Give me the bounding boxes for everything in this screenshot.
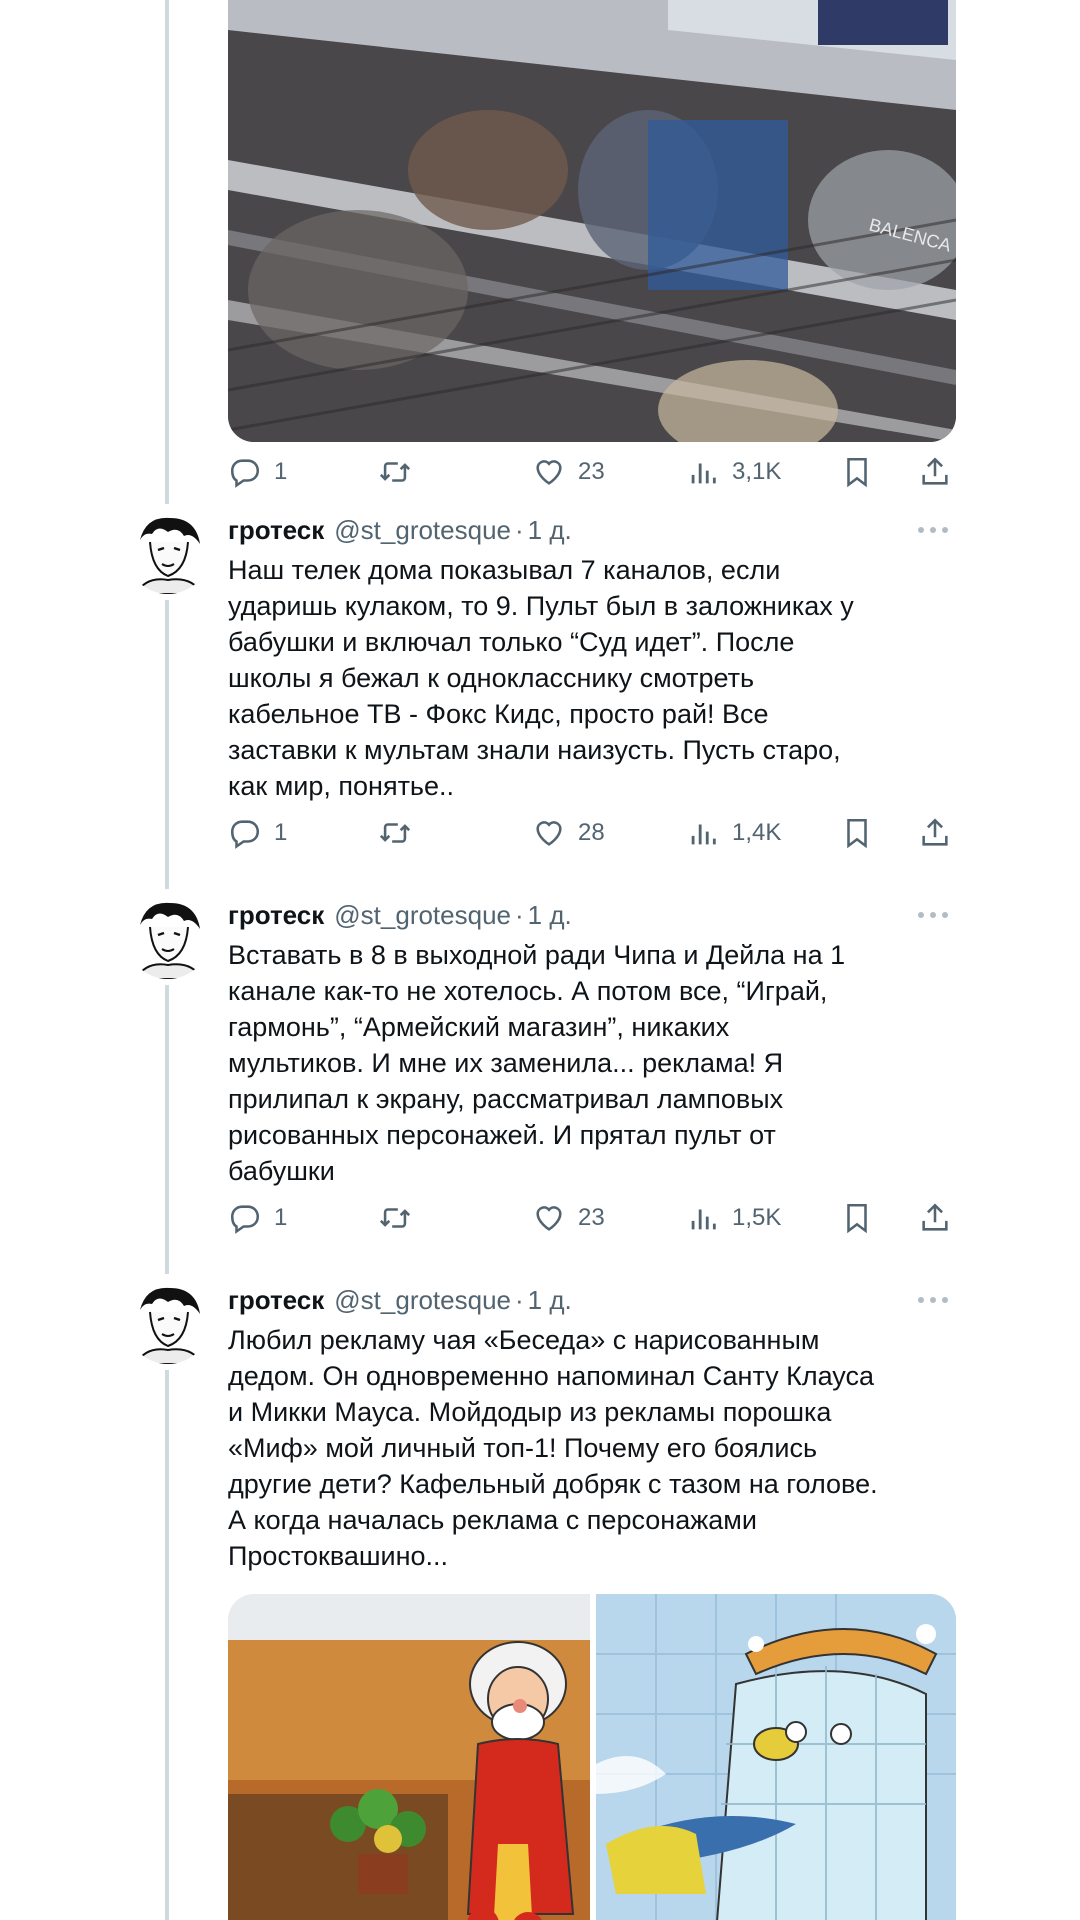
action-bar: 1 23 1,5K <box>228 1196 956 1240</box>
timeline: BALENCA 1 23 3,1K гротеск @st_grotesque … <box>0 0 1080 1920</box>
reply-count: 1 <box>274 819 288 846</box>
retweet-icon <box>379 823 411 843</box>
views-icon <box>691 824 716 845</box>
share-button[interactable] <box>918 450 952 494</box>
separator-dot: · <box>515 1285 524 1315</box>
display-name[interactable]: гротеск <box>228 900 324 930</box>
like-icon <box>536 1206 562 1231</box>
reply-icon <box>230 1205 260 1234</box>
views-button[interactable]: 1,5K <box>686 1196 781 1240</box>
reply-icon <box>230 459 260 488</box>
bookmark-button[interactable] <box>840 1196 874 1240</box>
more-button[interactable] <box>916 510 950 550</box>
share-button[interactable] <box>918 811 952 855</box>
display-name[interactable]: гротеск <box>228 1285 324 1315</box>
share-icon <box>922 818 948 846</box>
views-count: 3,1K <box>732 458 782 485</box>
reply-button[interactable]: 1 <box>228 811 287 855</box>
like-count: 23 <box>578 458 605 485</box>
more-icon <box>918 527 948 533</box>
avatar[interactable] <box>126 895 210 979</box>
timestamp[interactable]: 1 д. <box>528 1285 572 1315</box>
tweet-header: гротеск @st_grotesque · 1 д. <box>228 510 956 550</box>
tweet-header: гротеск @st_grotesque · 1 д. <box>228 895 956 935</box>
tweet-photo-escalator[interactable]: BALENCA <box>228 0 956 442</box>
tweet-text: Любил рекламу чая «Беседа» с нарисованны… <box>228 1325 878 1571</box>
views-icon <box>691 1209 716 1230</box>
avatar[interactable] <box>126 510 210 594</box>
share-button[interactable] <box>918 1196 952 1240</box>
tweet-text: Наш телек дома показывал 7 каналов, если… <box>228 555 854 801</box>
retweet-button[interactable] <box>378 1196 412 1240</box>
retweet-icon <box>379 462 411 482</box>
separator-dot: · <box>515 900 524 930</box>
like-button[interactable]: 23 <box>532 1196 605 1240</box>
timestamp[interactable]: 1 д. <box>528 900 572 930</box>
bookmark-icon <box>847 1203 867 1234</box>
more-button[interactable] <box>916 895 950 935</box>
reply-count: 1 <box>274 458 288 485</box>
display-name[interactable]: гротеск <box>228 515 324 545</box>
like-button[interactable]: 23 <box>532 450 605 494</box>
user-handle[interactable]: @st_grotesque <box>334 900 511 930</box>
action-bar: 1 28 1,4K <box>228 811 956 855</box>
media-image-tea-grandpa[interactable] <box>228 1594 590 1920</box>
more-icon <box>918 912 948 918</box>
avatar[interactable] <box>126 1280 210 1364</box>
like-icon <box>536 821 562 846</box>
like-count: 23 <box>578 1204 605 1231</box>
retweet-button[interactable] <box>378 811 412 855</box>
retweet-button[interactable] <box>378 450 412 494</box>
views-button[interactable]: 1,4K <box>686 811 781 855</box>
more-icon <box>918 1297 948 1303</box>
tweet-media-grid <box>228 1594 956 1920</box>
views-button[interactable]: 3,1K <box>686 450 781 494</box>
separator-dot: · <box>515 515 524 545</box>
user-handle[interactable]: @st_grotesque <box>334 1285 511 1315</box>
reply-icon <box>230 820 260 849</box>
more-button[interactable] <box>916 1280 950 1320</box>
reply-button[interactable]: 1 <box>228 450 287 494</box>
bookmark-button[interactable] <box>840 450 874 494</box>
bookmark-icon <box>847 457 867 488</box>
retweet-icon <box>379 1208 411 1228</box>
like-icon <box>536 460 562 485</box>
timestamp[interactable]: 1 д. <box>528 515 572 545</box>
views-count: 1,5K <box>732 1204 782 1231</box>
reply-button[interactable]: 1 <box>228 1196 287 1240</box>
tweet-text: Вставать в 8 в выходной ради Чипа и Дейл… <box>228 940 846 1186</box>
reply-count: 1 <box>274 1204 288 1231</box>
bookmark-icon <box>847 818 867 849</box>
like-count: 28 <box>578 819 605 846</box>
like-button[interactable]: 28 <box>532 811 605 855</box>
views-icon <box>691 463 716 484</box>
action-bar-top: 1 23 3,1K <box>228 450 956 494</box>
user-handle[interactable]: @st_grotesque <box>334 515 511 545</box>
media-image-moidodyr[interactable] <box>596 1594 956 1920</box>
share-icon <box>922 457 948 485</box>
tweet-header: гротеск @st_grotesque · 1 д. <box>228 1280 956 1320</box>
bookmark-button[interactable] <box>840 811 874 855</box>
views-count: 1,4K <box>732 819 782 846</box>
share-icon <box>922 1203 948 1231</box>
